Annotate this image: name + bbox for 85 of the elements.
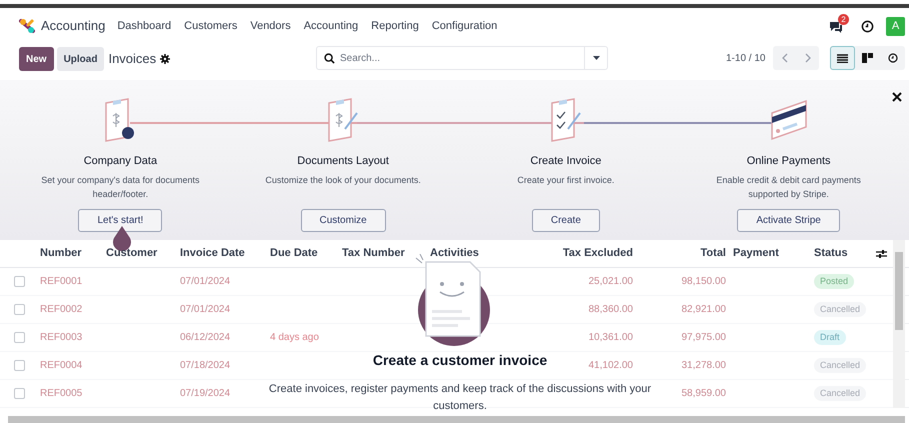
column-header[interactable]: Tax Excluded: [543, 245, 633, 262]
table-cell: 98,150.00: [682, 276, 726, 287]
table-cell: REF0001: [40, 276, 82, 287]
app-name[interactable]: Accounting: [41, 16, 106, 36]
status-badge: Cancelled: [814, 302, 866, 318]
column-header[interactable]: Customer: [106, 245, 180, 262]
column-header[interactable]: Due Date: [270, 245, 342, 262]
column-settings-icon[interactable]: [876, 248, 887, 258]
column-header[interactable]: Tax Number: [342, 245, 430, 262]
table-cell: REF0003: [40, 332, 82, 343]
menu-item[interactable]: Vendors: [250, 18, 291, 34]
step-button[interactable]: Customize: [300, 208, 386, 232]
page-title: Invoices: [108, 50, 156, 68]
pager-value[interactable]: 1-10 / 10: [726, 51, 766, 66]
credit-card-icon: [770, 97, 808, 143]
column-header[interactable]: Payment: [726, 245, 814, 262]
list-view-icon: [837, 54, 848, 62]
table-cell: 4 days ago: [270, 332, 319, 343]
step-description: Create your first invoice.: [516, 174, 616, 187]
horizontal-scrollbar[interactable]: [8, 416, 905, 423]
row-checkbox[interactable]: [14, 388, 25, 399]
table-cell: 07/01/2024: [180, 276, 230, 287]
column-header[interactable]: Activities: [430, 245, 543, 262]
table-cell: 41,102.00: [588, 360, 633, 371]
kanban-view-icon: [862, 53, 873, 63]
app-logo-icon[interactable]: [19, 18, 35, 34]
step-title: Documents Layout: [297, 154, 389, 169]
chevron-right-icon: [804, 53, 810, 63]
status-badge: Draft: [814, 330, 846, 346]
table-cell: 06/12/2024: [180, 332, 230, 343]
menu-item[interactable]: Customers: [184, 18, 238, 34]
row-checkbox[interactable]: [14, 360, 25, 371]
step-button[interactable]: Create: [532, 208, 600, 232]
search-field[interactable]: Search...: [316, 46, 608, 70]
status-badge: Cancelled: [814, 358, 866, 374]
table-cell: 25,021.00: [588, 276, 633, 287]
upload-button[interactable]: Upload: [56, 47, 104, 71]
step-button[interactable]: Activate Stripe: [737, 208, 840, 232]
table-cell: 58,959.00: [682, 388, 726, 399]
row-checkbox[interactable]: [14, 276, 25, 287]
step-title: Online Payments: [746, 154, 830, 169]
table-cell: 31,278.00: [682, 360, 726, 371]
menu-item[interactable]: Dashboard: [117, 18, 172, 34]
new-button[interactable]: New: [19, 47, 54, 71]
chevron-left-icon: [782, 53, 788, 63]
notification-badge: 2: [838, 14, 849, 25]
clock-icon: [888, 53, 898, 63]
clock-icon[interactable]: [861, 20, 874, 32]
step-button[interactable]: Let's start!: [78, 208, 162, 232]
menu-item[interactable]: Reporting: [371, 18, 419, 34]
table-cell: 97,975.00: [682, 332, 726, 343]
empty-state-title: Create a customer invoice: [372, 351, 548, 370]
step-description: Enable credit & debit card payments supported by Stripe.: [715, 174, 862, 201]
search-input[interactable]: Search...: [340, 50, 580, 66]
vertical-scrollbar[interactable]: [893, 240, 905, 408]
menu-item[interactable]: Configuration: [432, 18, 498, 34]
column-header[interactable]: Status: [814, 245, 870, 262]
step-title: Company Data: [84, 154, 158, 169]
table-cell: 07/18/2024: [180, 360, 230, 371]
status-badge: Posted: [814, 274, 854, 290]
menu-item[interactable]: Accounting: [304, 18, 358, 34]
table-cell: REF0004: [40, 360, 82, 371]
column-header[interactable]: Number: [40, 245, 106, 262]
row-checkbox[interactable]: [14, 304, 25, 315]
table-cell: REF0002: [40, 304, 82, 315]
step-description: Customize the look of your documents.: [264, 174, 422, 187]
status-badge: Cancelled: [814, 386, 866, 402]
table-cell: 07/01/2024: [180, 304, 230, 315]
step-title: Create Invoice: [530, 154, 602, 169]
row-checkbox[interactable]: [14, 332, 25, 343]
close-icon[interactable]: [892, 92, 902, 102]
table-cell: 88,360.00: [588, 304, 633, 315]
table-cell: REF0005: [40, 388, 82, 399]
column-header[interactable]: Total: [633, 245, 726, 262]
step-description: Set your company's data for documents header/footer.: [40, 174, 201, 200]
column-header[interactable]: Invoice Date: [180, 245, 270, 262]
list-view-button[interactable]: [830, 46, 855, 70]
chat-icon[interactable]: [829, 21, 843, 33]
dropdown-caret-icon[interactable]: [592, 56, 600, 60]
table-cell: 07/19/2024: [180, 388, 230, 399]
table-cell: 10,361.00: [588, 332, 633, 343]
table-cell: 82,921.00: [682, 304, 726, 315]
search-icon: [324, 52, 335, 64]
empty-state-text: Create invoices, register payments and keep track of the discussions with your customers.: [268, 382, 652, 414]
settings-icon[interactable]: [160, 54, 170, 64]
